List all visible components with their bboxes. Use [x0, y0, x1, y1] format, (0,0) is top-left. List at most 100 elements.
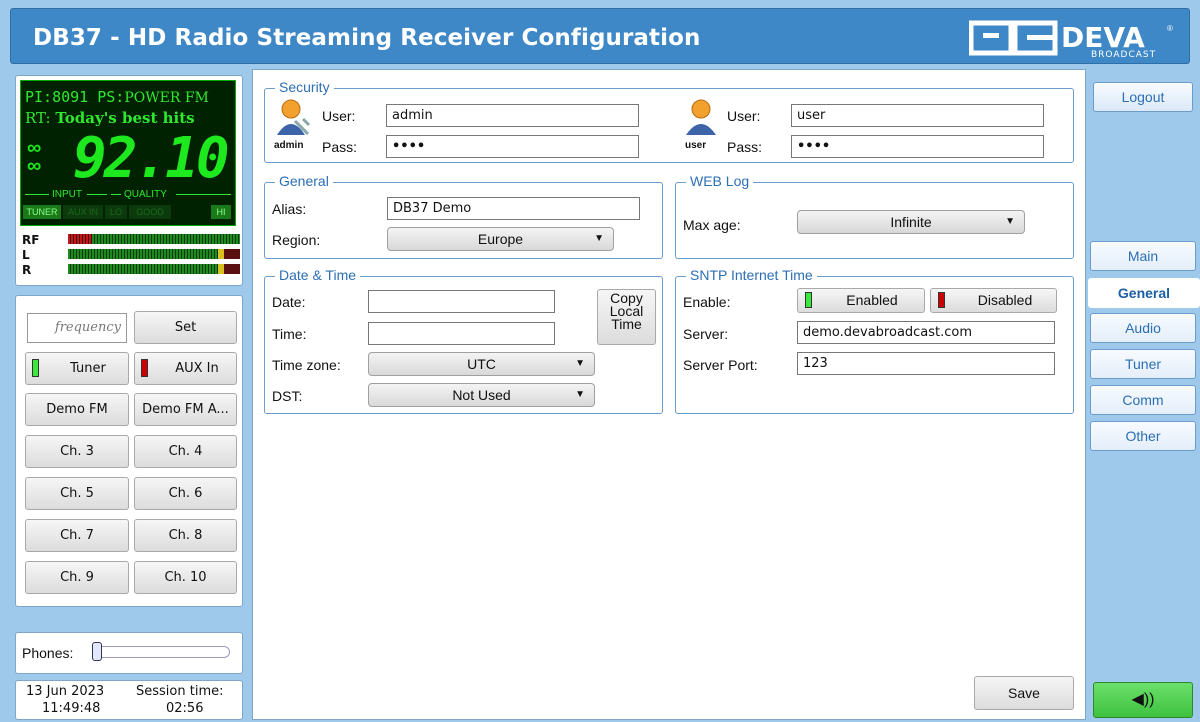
datetime-group: Date & Time Date: Time: Copy Local Time …	[264, 267, 663, 414]
weblog-legend: WEB Log	[686, 173, 754, 189]
max-age-label: Max age:	[683, 217, 741, 233]
aux-button-label: AUX In	[175, 361, 219, 376]
timezone-label: Time zone:	[272, 357, 341, 373]
admin-pass-label: Pass:	[322, 139, 358, 155]
tab-general[interactable]: General	[1088, 278, 1200, 308]
timezone-select[interactable]: UTC ▼	[368, 352, 595, 376]
svg-text:®: ®	[1167, 24, 1173, 33]
left-meter: L	[22, 248, 242, 262]
pi-value: 8091	[52, 88, 89, 106]
region-label: Region:	[272, 232, 321, 248]
channel-button-5[interactable]: Ch. 5	[25, 477, 129, 510]
pi-ps-line: PI:8091 PS:POWER FM	[25, 88, 209, 106]
current-time: 11:49:48	[42, 701, 101, 716]
channel-button-9[interactable]: Ch. 9	[25, 561, 129, 594]
tuner-led-icon	[32, 359, 39, 377]
general-group: General Alias: DB37 Demo Region: Europe …	[264, 173, 663, 259]
phones-slider-track[interactable]	[94, 646, 230, 658]
session-time-label: Session time:	[136, 684, 224, 699]
user-icon	[686, 99, 716, 135]
copy-local-time-button[interactable]: Copy Local Time	[597, 289, 656, 345]
channel-button-10[interactable]: Ch. 10	[134, 561, 237, 594]
frequency-input[interactable]: frequency	[27, 313, 127, 343]
weblog-group: WEB Log Max age: Infinite ▼	[675, 173, 1074, 259]
indicator-lo: LO	[105, 205, 127, 219]
server-port-label: Server Port:	[683, 357, 758, 373]
timezone-value: UTC	[467, 356, 496, 372]
channel-button-4[interactable]: Ch. 4	[134, 435, 237, 468]
aux-in-button[interactable]: AUX In	[134, 352, 237, 385]
save-button[interactable]: Save	[974, 676, 1074, 710]
radio-display-panel: PI:8091 PS:POWER FM RT: Today's best hit…	[15, 75, 243, 286]
user-pass-label: Pass:	[727, 139, 763, 155]
time-label: Time:	[272, 326, 307, 342]
server-port-input[interactable]: 123	[797, 352, 1055, 375]
right-meter-label: R	[22, 263, 32, 277]
sntp-enabled-button[interactable]: Enabled	[797, 288, 925, 313]
channel-button-7[interactable]: Ch. 7	[25, 519, 129, 552]
server-label: Server:	[683, 326, 729, 342]
admin-user-label: User:	[322, 108, 356, 124]
max-age-select[interactable]: Infinite ▼	[797, 210, 1025, 234]
channel-button-3[interactable]: Ch. 3	[25, 435, 129, 468]
sntp-legend: SNTP Internet Time	[686, 267, 817, 283]
tab-main[interactable]: Main	[1090, 241, 1196, 271]
server-input[interactable]: demo.devabroadcast.com	[797, 321, 1055, 344]
tuner-button[interactable]: Tuner	[25, 352, 129, 385]
max-age-value: Infinite	[890, 214, 932, 230]
tab-audio[interactable]: Audio	[1090, 313, 1196, 343]
copy-label-3: Time	[611, 316, 642, 332]
admin-role-label: admin	[274, 140, 304, 151]
alias-input[interactable]: DB37 Demo	[387, 197, 640, 220]
channel-button-6[interactable]: Ch. 6	[134, 477, 237, 510]
phones-label: Phones:	[22, 645, 74, 661]
user-user-input[interactable]: user	[791, 104, 1044, 127]
datetime-legend: Date & Time	[275, 267, 361, 283]
region-select[interactable]: Europe ▼	[387, 227, 614, 251]
dst-select[interactable]: Not Used ▼	[368, 383, 595, 407]
admin-user-input[interactable]: admin	[386, 104, 639, 127]
date-input[interactable]	[368, 290, 555, 313]
indicator-aux-in: AUX IN	[63, 205, 103, 219]
enabled-label: Enabled	[846, 292, 898, 308]
stereo-icon: ∞ ∞	[27, 137, 42, 177]
rf-meter: RF	[22, 233, 242, 247]
sntp-group: SNTP Internet Time Enable: Enabled Disab…	[675, 267, 1074, 414]
rf-meter-label: RF	[22, 233, 40, 247]
sntp-disabled-button[interactable]: Disabled	[930, 288, 1057, 313]
channel-button-2[interactable]: Demo FM A...	[134, 393, 237, 426]
dst-value: Not Used	[452, 387, 511, 403]
tab-other[interactable]: Other	[1090, 421, 1196, 451]
admin-pass-input[interactable]: ••••	[386, 135, 639, 158]
chevron-down-icon: ▼	[575, 358, 585, 369]
user-role-label: user	[685, 140, 707, 151]
indicator-good: GOOD	[129, 205, 171, 219]
dst-label: DST:	[272, 388, 303, 404]
brand-sub: BROADCAST	[1091, 50, 1156, 59]
tab-comm[interactable]: Comm	[1090, 385, 1196, 415]
phones-slider-thumb[interactable]	[92, 642, 102, 661]
security-legend: Security	[275, 79, 334, 95]
ps-value: POWER FM	[124, 90, 209, 106]
speaker-button[interactable]: ◀))	[1093, 682, 1193, 718]
time-input[interactable]	[368, 322, 555, 345]
ps-label: PS:	[97, 88, 125, 106]
tab-tuner[interactable]: Tuner	[1090, 349, 1196, 379]
general-legend: General	[275, 173, 333, 189]
alias-label: Alias:	[272, 201, 307, 217]
phones-volume-panel: Phones:	[15, 632, 243, 674]
channel-button-8[interactable]: Ch. 8	[134, 519, 237, 552]
right-meter-bar	[68, 264, 240, 274]
user-pass-input[interactable]: ••••	[791, 135, 1044, 158]
channel-button-1[interactable]: Demo FM	[25, 393, 129, 426]
general-settings-panel: Security admin User: admin Pass: •••• us…	[252, 69, 1086, 720]
set-button[interactable]: Set	[134, 311, 237, 344]
rt-line: RT: Today's best hits	[25, 109, 195, 127]
rt-label: RT:	[25, 109, 51, 127]
disabled-label: Disabled	[977, 292, 1033, 308]
current-date: 13 Jun 2023	[26, 684, 105, 699]
logout-button[interactable]: Logout	[1093, 82, 1193, 112]
date-label: Date:	[272, 294, 306, 310]
disabled-led-icon	[938, 292, 945, 308]
rf-meter-bar	[68, 234, 240, 244]
